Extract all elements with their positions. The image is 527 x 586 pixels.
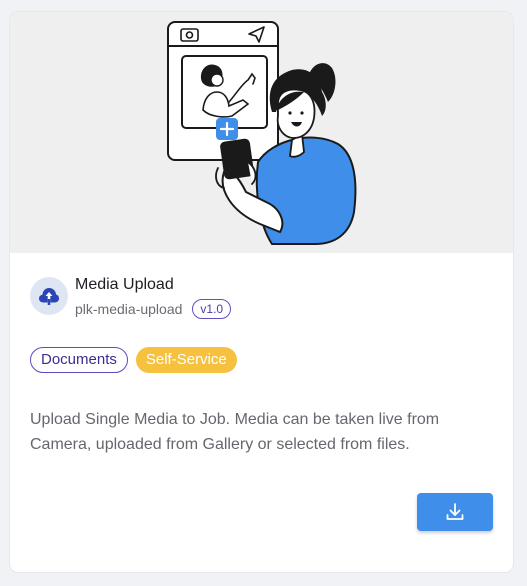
app-description: Upload Single Media to Job. Media can be… <box>30 411 440 453</box>
app-title: Media Upload <box>75 276 174 293</box>
tag-self-service[interactable]: Self-Service <box>135 347 237 373</box>
download-icon <box>446 503 464 520</box>
app-slug: plk-media-upload <box>75 301 183 317</box>
hero-illustration <box>10 12 513 253</box>
app-card: Media Upload plk-media-upload v1.0 Docum… <box>10 12 513 572</box>
version-badge: v1.0 <box>192 299 232 319</box>
download-button[interactable] <box>417 493 493 531</box>
woman-holding-phone-illustration <box>167 21 357 245</box>
media-upload-icon <box>30 277 68 315</box>
app-header: Media Upload plk-media-upload v1.0 <box>30 276 232 319</box>
tag-list: Documents Self-Service <box>30 347 245 373</box>
tag-documents[interactable]: Documents <box>30 347 128 373</box>
